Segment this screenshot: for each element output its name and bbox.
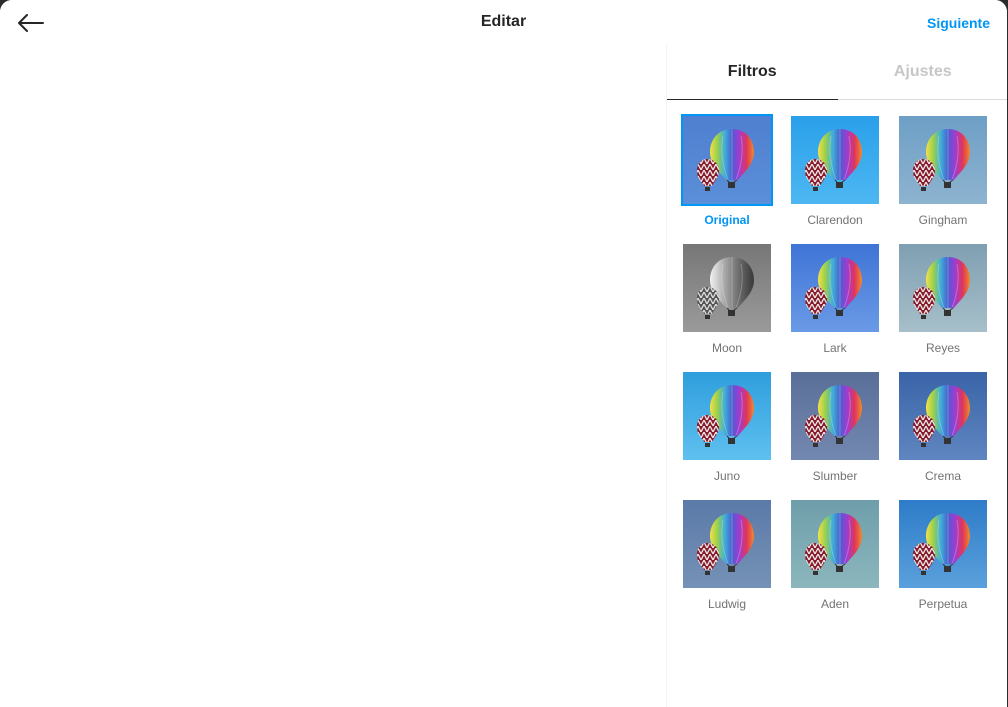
filter-thumbnail[interactable] — [791, 244, 879, 332]
filter-thumbnail[interactable] — [899, 372, 987, 460]
balloon-photo — [791, 244, 879, 332]
filter-item[interactable]: Gingham — [899, 116, 987, 227]
tab-bar: Filtros Ajustes — [667, 44, 1007, 100]
balloon-photo — [683, 500, 771, 588]
filter-thumbnail[interactable] — [899, 116, 987, 204]
editor-window: Editar Siguiente Filtros Ajustes Origina… — [0, 0, 1007, 707]
filter-item[interactable]: Crema — [899, 372, 987, 483]
filter-item[interactable]: Perpetua — [899, 500, 987, 611]
filter-item[interactable]: Clarendon — [791, 116, 879, 227]
filter-label: Reyes — [925, 341, 960, 355]
filter-item[interactable]: Original — [681, 114, 773, 227]
filter-thumbnail[interactable] — [681, 114, 773, 206]
edit-panel: Filtros Ajustes Original Clarendon Gingham… — [666, 44, 1007, 707]
filter-label: Moon — [711, 341, 743, 355]
filter-thumbnail[interactable] — [683, 244, 771, 332]
image-preview — [1, 44, 666, 707]
balloon-photo — [791, 116, 879, 204]
filter-label: Original — [704, 213, 750, 227]
filter-thumbnail[interactable] — [683, 372, 771, 460]
tab-adjustments[interactable]: Ajustes — [838, 44, 1008, 99]
balloon-photo — [899, 500, 987, 588]
balloon-photo — [899, 372, 987, 460]
top-bar: Editar Siguiente — [0, 0, 1007, 45]
filter-item[interactable]: Slumber — [791, 372, 879, 483]
filter-thumbnail[interactable] — [899, 244, 987, 332]
filter-item[interactable]: Aden — [791, 500, 879, 611]
filter-label: Slumber — [812, 469, 858, 483]
balloon-photo — [683, 244, 771, 332]
filter-item[interactable]: Lark — [791, 244, 879, 355]
filter-grid: Original Clarendon Gingham Moon Lark Reyes Jun… — [681, 114, 987, 611]
balloon-photo — [899, 116, 987, 204]
balloon-photo — [791, 500, 879, 588]
next-button[interactable]: Siguiente — [927, 15, 990, 31]
filter-label: Ludwig — [707, 597, 747, 611]
filter-thumbnail[interactable] — [791, 500, 879, 588]
page-title: Editar — [480, 13, 527, 30]
balloon-photo — [791, 372, 879, 460]
filter-label: Clarendon — [807, 213, 863, 227]
balloon-photo — [683, 116, 771, 204]
filter-item[interactable]: Reyes — [899, 244, 987, 355]
tab-filters[interactable]: Filtros — [667, 44, 838, 100]
filter-label: Crema — [924, 469, 961, 483]
filter-label: Aden — [820, 597, 850, 611]
filter-label: Lark — [823, 341, 847, 355]
filter-label: Perpetua — [918, 597, 968, 611]
filter-item[interactable]: Ludwig — [683, 500, 771, 611]
filter-thumbnail[interactable] — [899, 500, 987, 588]
balloon-photo — [899, 244, 987, 332]
filter-item[interactable]: Moon — [683, 244, 771, 355]
filter-item[interactable]: Juno — [683, 372, 771, 483]
balloon-photo — [683, 372, 771, 460]
filter-thumbnail[interactable] — [791, 372, 879, 460]
filter-thumbnail[interactable] — [791, 116, 879, 204]
filter-label: Juno — [713, 469, 741, 483]
filter-label: Gingham — [918, 213, 968, 227]
filter-thumbnail[interactable] — [683, 500, 771, 588]
